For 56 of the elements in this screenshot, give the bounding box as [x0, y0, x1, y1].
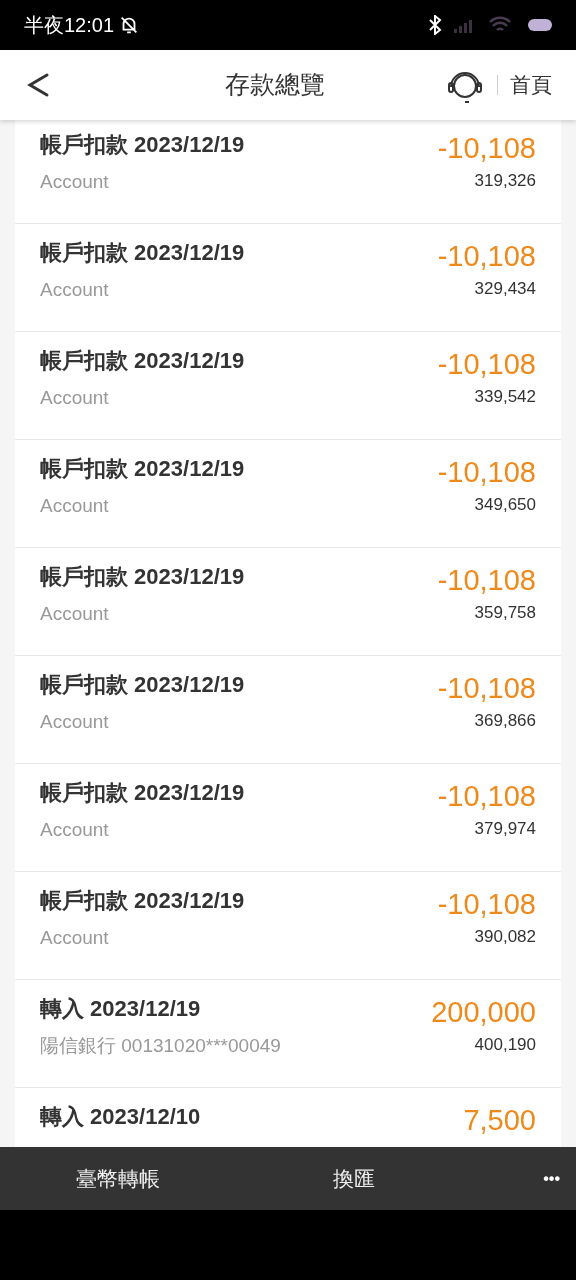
transaction-description: Account	[40, 386, 110, 410]
transaction-row[interactable]: 帳戶扣款 2023/12/19 Account -10,108 390,082	[15, 872, 561, 980]
balance-amount: 400,190	[474, 1034, 536, 1056]
transaction-amount: -10,108	[437, 455, 536, 490]
page-title: 存款總覽	[224, 69, 325, 101]
transaction-amount: -10,108	[437, 779, 536, 814]
balance-amount: 390,082	[474, 926, 536, 948]
transaction-row[interactable]: 轉入 2023/12/10 7,500	[15, 1088, 561, 1147]
transaction-amount: -10,108	[437, 671, 536, 706]
bluetooth-icon	[428, 15, 442, 35]
transaction-row[interactable]: 帳戶扣款 2023/12/19 Account -10,108 349,650	[15, 440, 561, 548]
transaction-description: Account	[40, 818, 110, 842]
transaction-row[interactable]: 帳戶扣款 2023/12/19 Account -10,108 359,758	[15, 548, 561, 656]
transaction-title: 帳戶扣款 2023/12/19	[40, 779, 246, 807]
transaction-title: 帳戶扣款 2023/12/19	[40, 887, 246, 915]
toolbar-button[interactable]: 換匯	[236, 1147, 472, 1210]
transaction-amount: -10,108	[437, 563, 536, 598]
transaction-amount: -10,108	[437, 131, 536, 166]
transaction-amount: -10,108	[437, 347, 536, 382]
transaction-description: Account	[40, 278, 110, 302]
transaction-row[interactable]: 帳戶扣款 2023/12/19 Account -10,108 369,866	[15, 656, 561, 764]
transaction-row[interactable]: 帳戶扣款 2023/12/19 Account -10,108 339,542	[15, 332, 561, 440]
balance-amount: 359,758	[474, 602, 536, 624]
balance-amount: 349,650	[474, 494, 536, 516]
transaction-description: Account	[40, 170, 110, 194]
transaction-row[interactable]: 帳戶扣款 2023/12/19 Account -10,108 379,974	[15, 764, 561, 872]
balance-amount: 319,326	[474, 170, 536, 192]
transaction-title: 帳戶扣款 2023/12/19	[40, 455, 246, 483]
transaction-title: 帳戶扣款 2023/12/19	[40, 563, 246, 591]
transaction-title: 轉入 2023/12/10	[40, 1103, 202, 1131]
transaction-title: 帳戶扣款 2023/12/19	[40, 239, 246, 267]
transaction-description: Account	[40, 926, 110, 950]
more-button[interactable]: •••	[527, 1147, 576, 1210]
transaction-description: Account	[40, 602, 110, 626]
transaction-title: 帳戶扣款 2023/12/19	[40, 131, 246, 159]
transaction-title: 轉入 2023/12/19	[40, 995, 202, 1023]
status-time: 半夜12:01	[24, 13, 115, 38]
transaction-description: 陽信銀行 00131020***00049	[40, 1034, 282, 1058]
transaction-description: Account	[40, 710, 110, 734]
balance-amount: 379,974	[474, 818, 536, 840]
transaction-row[interactable]: 帳戶扣款 2023/12/19 Account -10,108 329,434	[15, 224, 561, 332]
toolbar-button[interactable]: 臺幣轉帳	[0, 1147, 236, 1210]
balance-amount: 329,434	[474, 278, 536, 300]
transaction-amount: -10,108	[437, 887, 536, 922]
transaction-row[interactable]: 帳戶扣款 2023/12/19 Account -10,108 319,326	[15, 120, 561, 224]
battery-icon	[528, 19, 552, 31]
home-link[interactable]: 首頁	[510, 69, 552, 101]
transaction-title: 帳戶扣款 2023/12/19	[40, 671, 246, 699]
balance-amount: 369,866	[474, 710, 536, 732]
balance-amount: 339,542	[474, 386, 536, 408]
transaction-description: Account	[40, 494, 110, 518]
transaction-title: 帳戶扣款 2023/12/19	[40, 347, 246, 375]
transaction-amount: 7,500	[463, 1103, 536, 1138]
transaction-amount: 200,000	[431, 995, 536, 1030]
transaction-amount: -10,108	[437, 239, 536, 274]
transaction-row[interactable]: 轉入 2023/12/19 陽信銀行 00131020***00049 200,000 400,190	[15, 980, 561, 1088]
